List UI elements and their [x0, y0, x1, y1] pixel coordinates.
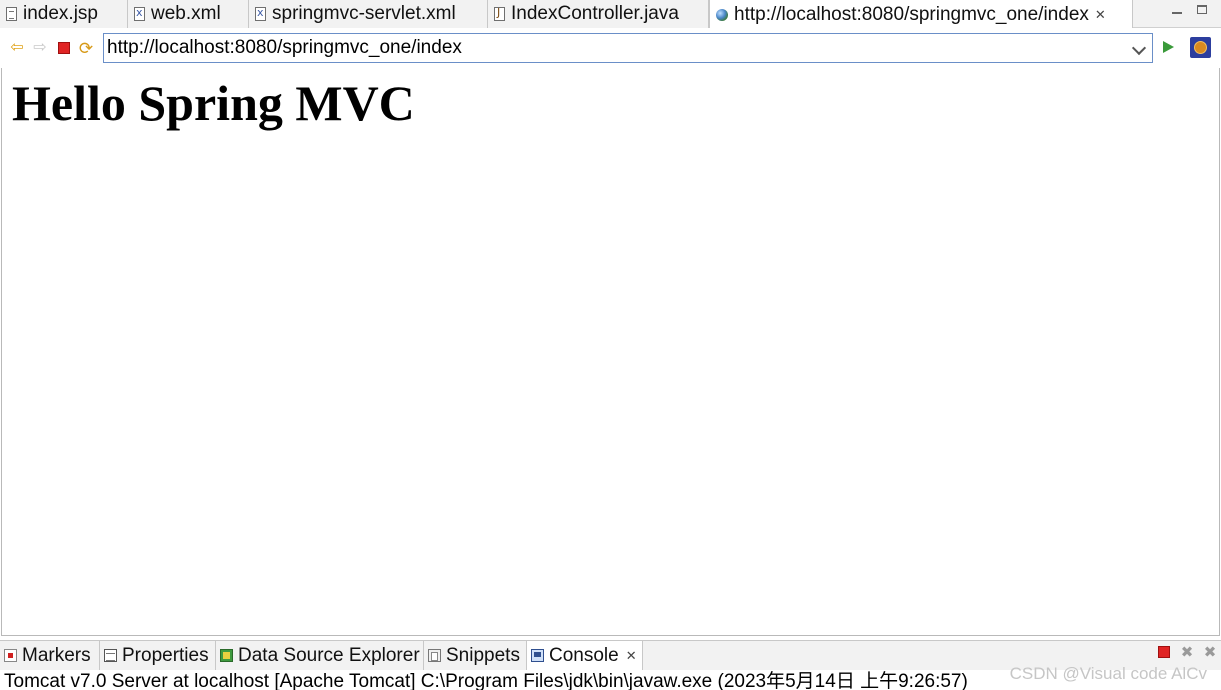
java-file-icon	[494, 6, 505, 21]
browser-content: Hello Spring MVC	[1, 68, 1220, 636]
xml-file-icon	[134, 6, 145, 21]
tab-label: Console	[549, 644, 619, 666]
url-input[interactable]	[104, 35, 1117, 61]
close-icon[interactable]: ✕	[1095, 7, 1106, 23]
stop-icon[interactable]	[55, 39, 73, 57]
page-heading: Hello Spring MVC	[12, 75, 415, 131]
editor-tab-bar: index.jsp web.xml springmvc-servlet.xml …	[0, 0, 1221, 29]
tab-markers[interactable]: Markers	[0, 641, 100, 670]
tab-label: Properties	[122, 644, 209, 666]
refresh-icon[interactable]: ⟳	[77, 39, 95, 57]
snippets-icon	[428, 649, 441, 662]
data-source-icon	[220, 649, 233, 662]
tab-snippets[interactable]: Snippets	[424, 641, 527, 670]
properties-icon	[104, 649, 117, 662]
tab-web-xml[interactable]: web.xml	[128, 0, 249, 28]
remove-all-terminated-icon[interactable]: ✖	[1203, 644, 1217, 661]
tab-label: Markers	[22, 644, 91, 666]
close-icon[interactable]: ✕	[626, 648, 637, 664]
tab-label: index.jsp	[23, 3, 98, 24]
tab-browser-localhost[interactable]: http://localhost:8080/springmvc_one/inde…	[709, 0, 1133, 29]
watermark: CSDN @Visual code AlCv	[1009, 664, 1207, 683]
markers-icon	[4, 649, 17, 662]
tab-index-jsp[interactable]: index.jsp	[0, 0, 128, 28]
tab-label: Snippets	[446, 644, 520, 666]
chevron-down-icon[interactable]	[1131, 40, 1147, 56]
tab-label: springmvc-servlet.xml	[272, 3, 456, 24]
browser-toolbar: ⇦ ⇨ ⟳	[0, 28, 1221, 68]
back-arrow-icon[interactable]: ⇦	[8, 39, 26, 57]
remove-launch-icon[interactable]: ✖	[1180, 644, 1194, 661]
globe-icon	[716, 8, 728, 21]
tab-label: Data Source Explorer	[238, 644, 420, 666]
forward-arrow-icon[interactable]: ⇨	[31, 39, 49, 57]
xml-file-icon	[255, 6, 266, 21]
tab-label: web.xml	[151, 3, 221, 24]
jsp-file-icon	[6, 7, 17, 21]
tab-properties[interactable]: Properties	[100, 641, 216, 670]
tab-index-controller-java[interactable]: IndexController.java	[488, 0, 709, 28]
tab-console[interactable]: Console ✕	[527, 641, 643, 670]
go-icon[interactable]	[1163, 41, 1174, 53]
minimize-icon[interactable]	[1172, 4, 1182, 14]
tab-data-source-explorer[interactable]: Data Source Explorer	[216, 641, 424, 670]
console-icon	[531, 649, 544, 662]
url-bar[interactable]	[103, 33, 1153, 63]
tab-label: IndexController.java	[511, 3, 679, 24]
tab-springmvc-servlet-xml[interactable]: springmvc-servlet.xml	[249, 0, 488, 28]
maximize-icon[interactable]	[1197, 5, 1207, 14]
eclipse-icon[interactable]	[1190, 37, 1211, 58]
terminate-icon[interactable]	[1157, 645, 1171, 659]
tab-label: http://localhost:8080/springmvc_one/inde…	[734, 3, 1089, 25]
